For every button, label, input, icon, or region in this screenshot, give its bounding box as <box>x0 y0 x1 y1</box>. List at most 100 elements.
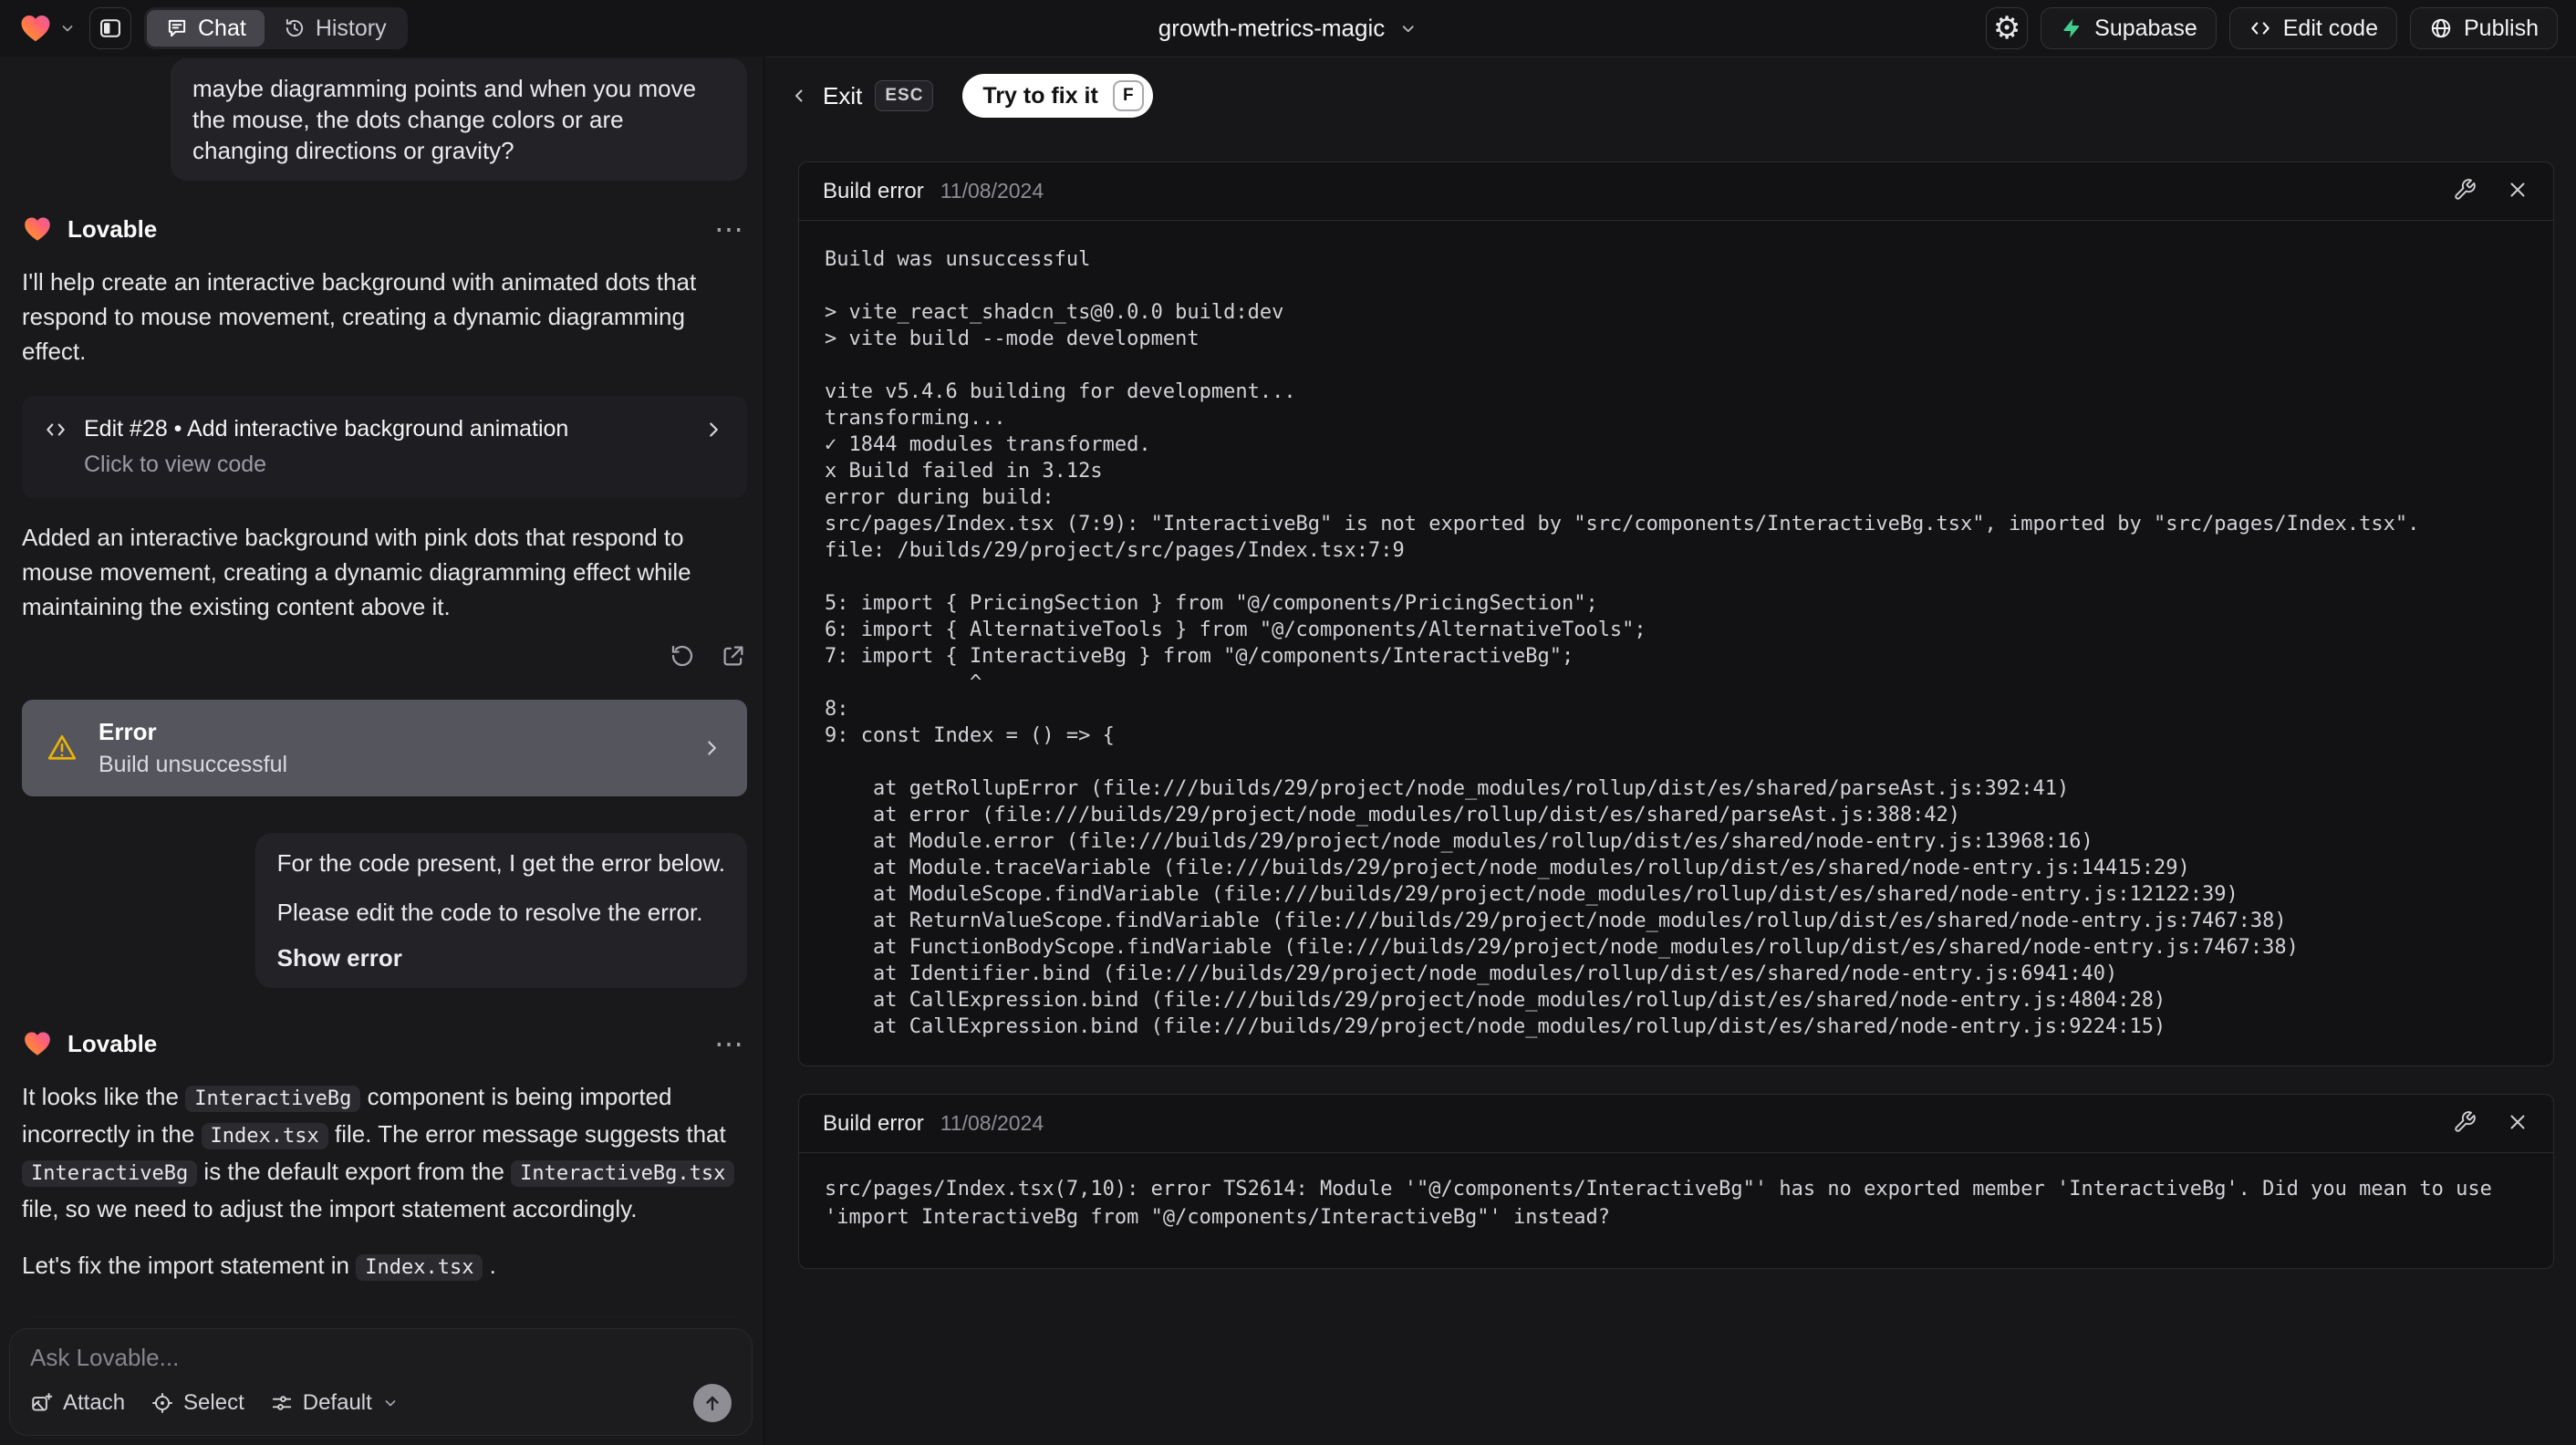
lovable-avatar <box>25 217 50 241</box>
build-log: src/pages/Index.tsx(7,10): error TS2614:… <box>825 1178 2505 1229</box>
build-error-header: Build error 11/08/2024 <box>799 162 2553 221</box>
warning-triangle-icon <box>47 734 77 760</box>
close-error-button[interactable] <box>2506 178 2529 204</box>
assistant-name: Lovable <box>68 214 158 243</box>
code-icon <box>47 423 65 435</box>
build-error-title: Build error <box>823 178 924 203</box>
open-external-button[interactable] <box>720 642 747 672</box>
lovable-heart-icon <box>21 15 50 42</box>
chat-input[interactable] <box>30 1344 732 1377</box>
select-label: Select <box>183 1390 244 1415</box>
chevron-down-icon <box>385 1400 396 1407</box>
lovable-app: Chat History growth-metrics-magic ⚙ Supa… <box>0 0 2576 1445</box>
edit-card-subtitle: Click to view code <box>84 452 267 477</box>
project-selector[interactable]: growth-metrics-magic <box>1158 15 1418 43</box>
chevron-down-icon <box>62 26 73 32</box>
message-text: is the default export from the <box>197 1158 512 1185</box>
model-selector-button[interactable]: Default <box>270 1390 400 1416</box>
user-message-line: For the code present, I get the error be… <box>276 849 725 877</box>
tab-chat[interactable]: Chat <box>147 10 265 47</box>
exit-label: Exit <box>823 81 863 109</box>
tab-history[interactable]: History <box>265 10 405 47</box>
supabase-bolt-icon <box>2063 18 2080 38</box>
composer: Attach Select Default <box>9 1328 753 1436</box>
esc-key-badge: ESC <box>875 80 934 111</box>
build-error-header: Build error 11/08/2024 <box>799 1095 2553 1153</box>
try-to-fix-button[interactable]: Try to fix it F <box>962 74 1153 118</box>
show-error-label: Show error <box>276 944 402 972</box>
preview-header: Exit ESC Try to fix it F <box>788 70 2576 121</box>
fix-label: Try to fix it <box>982 82 1098 109</box>
select-button[interactable]: Select <box>151 1390 244 1416</box>
message-text: file. The error message suggests that <box>327 1120 726 1148</box>
close-error-button[interactable] <box>2506 1110 2529 1137</box>
arrow-up-icon <box>706 1396 719 1411</box>
inline-code: Index.tsx <box>201 1123 328 1149</box>
inline-code: Index.tsx <box>356 1254 483 1281</box>
attach-button[interactable]: Attach <box>30 1390 125 1416</box>
assistant-name: Lovable <box>68 1029 158 1057</box>
message-text: It looks like the <box>22 1083 186 1110</box>
user-message: For the code present, I get the error be… <box>254 833 747 988</box>
supabase-label: Supabase <box>2094 15 2197 41</box>
close-icon <box>2510 1115 2525 1129</box>
assistant-header: Lovable ⋯ <box>22 213 747 244</box>
build-error-log-card: Build error 11/08/2024 src/pages/Index.t… <box>798 1094 2554 1269</box>
message-actions <box>22 642 747 672</box>
error-subtitle: Build unsuccessful <box>99 752 288 777</box>
message-text: . <box>483 1252 496 1279</box>
gear-icon: ⚙ <box>1992 11 2021 46</box>
panel-left-icon <box>100 19 120 37</box>
chat-panel: maybe diagramming points and when you mo… <box>0 57 764 1445</box>
wrench-icon <box>2455 179 2476 200</box>
send-button[interactable] <box>693 1384 732 1422</box>
fix-error-button[interactable] <box>2453 178 2477 204</box>
sidebar-toggle-button[interactable] <box>89 7 131 49</box>
chevron-right-icon <box>708 741 716 755</box>
external-link-icon <box>723 646 743 666</box>
chevron-down-icon <box>1402 25 1414 32</box>
edit-code-button[interactable]: Edit code <box>2228 7 2397 49</box>
build-error-card[interactable]: Error Build unsuccessful <box>22 700 747 796</box>
chevron-left-icon <box>795 89 803 102</box>
publish-button[interactable]: Publish <box>2410 7 2558 49</box>
assistant-message: It looks like the InteractiveBg componen… <box>22 1079 747 1226</box>
assistant-message: Let's fix the import statement in Index.… <box>22 1248 747 1285</box>
view-tabs: Chat History <box>144 7 408 49</box>
message-text: Let's fix the import statement in <box>22 1252 357 1279</box>
model-label: Default <box>302 1390 372 1415</box>
inline-code: InteractiveBg <box>22 1160 198 1187</box>
tab-history-label: History <box>315 15 387 41</box>
globe-icon <box>2431 18 2451 38</box>
error-title: Error <box>99 718 157 745</box>
edit-card-title: Edit #28 • Add interactive background an… <box>84 416 569 442</box>
close-icon <box>2510 182 2525 197</box>
fix-error-button[interactable] <box>2453 1110 2477 1137</box>
project-name: growth-metrics-magic <box>1158 14 1386 42</box>
edit-card-28[interactable]: Edit #28 • Add interactive background an… <box>22 396 747 498</box>
restore-icon <box>671 645 693 667</box>
assistant-message: I'll help create an interactive backgrou… <box>22 268 697 365</box>
lovable-logo-menu[interactable] <box>18 11 77 46</box>
code-icon <box>2251 22 2270 35</box>
select-target-icon <box>152 1393 172 1413</box>
build-log: Build was unsuccessful > vite_react_shad… <box>825 248 2420 1038</box>
assistant-header: Lovable ⋯ <box>22 1028 747 1059</box>
message-more-button[interactable]: ⋯ <box>711 1029 747 1058</box>
edit-card-29[interactable]: Edit #29 • Fix import error for Interact… <box>22 1316 747 1317</box>
exit-button[interactable]: Exit ESC <box>788 80 934 111</box>
lovable-avatar <box>25 1032 50 1055</box>
edit-code-label: Edit code <box>2282 15 2378 41</box>
f-key-badge: F <box>1112 80 1144 111</box>
chevron-right-icon <box>710 421 718 437</box>
restore-button[interactable] <box>669 642 696 672</box>
history-icon <box>286 18 303 37</box>
supabase-button[interactable]: Supabase <box>2041 7 2217 49</box>
attach-image-icon <box>32 1393 53 1411</box>
settings-button[interactable]: ⚙ <box>1986 7 2029 49</box>
message-more-button[interactable]: ⋯ <box>711 214 747 244</box>
chat-bubble-icon <box>168 19 186 37</box>
chat-message-list[interactable]: maybe diagramming points and when you mo… <box>0 57 763 1317</box>
attach-label: Attach <box>63 1390 126 1415</box>
user-message-line: Please edit the code to resolve the erro… <box>276 899 703 926</box>
